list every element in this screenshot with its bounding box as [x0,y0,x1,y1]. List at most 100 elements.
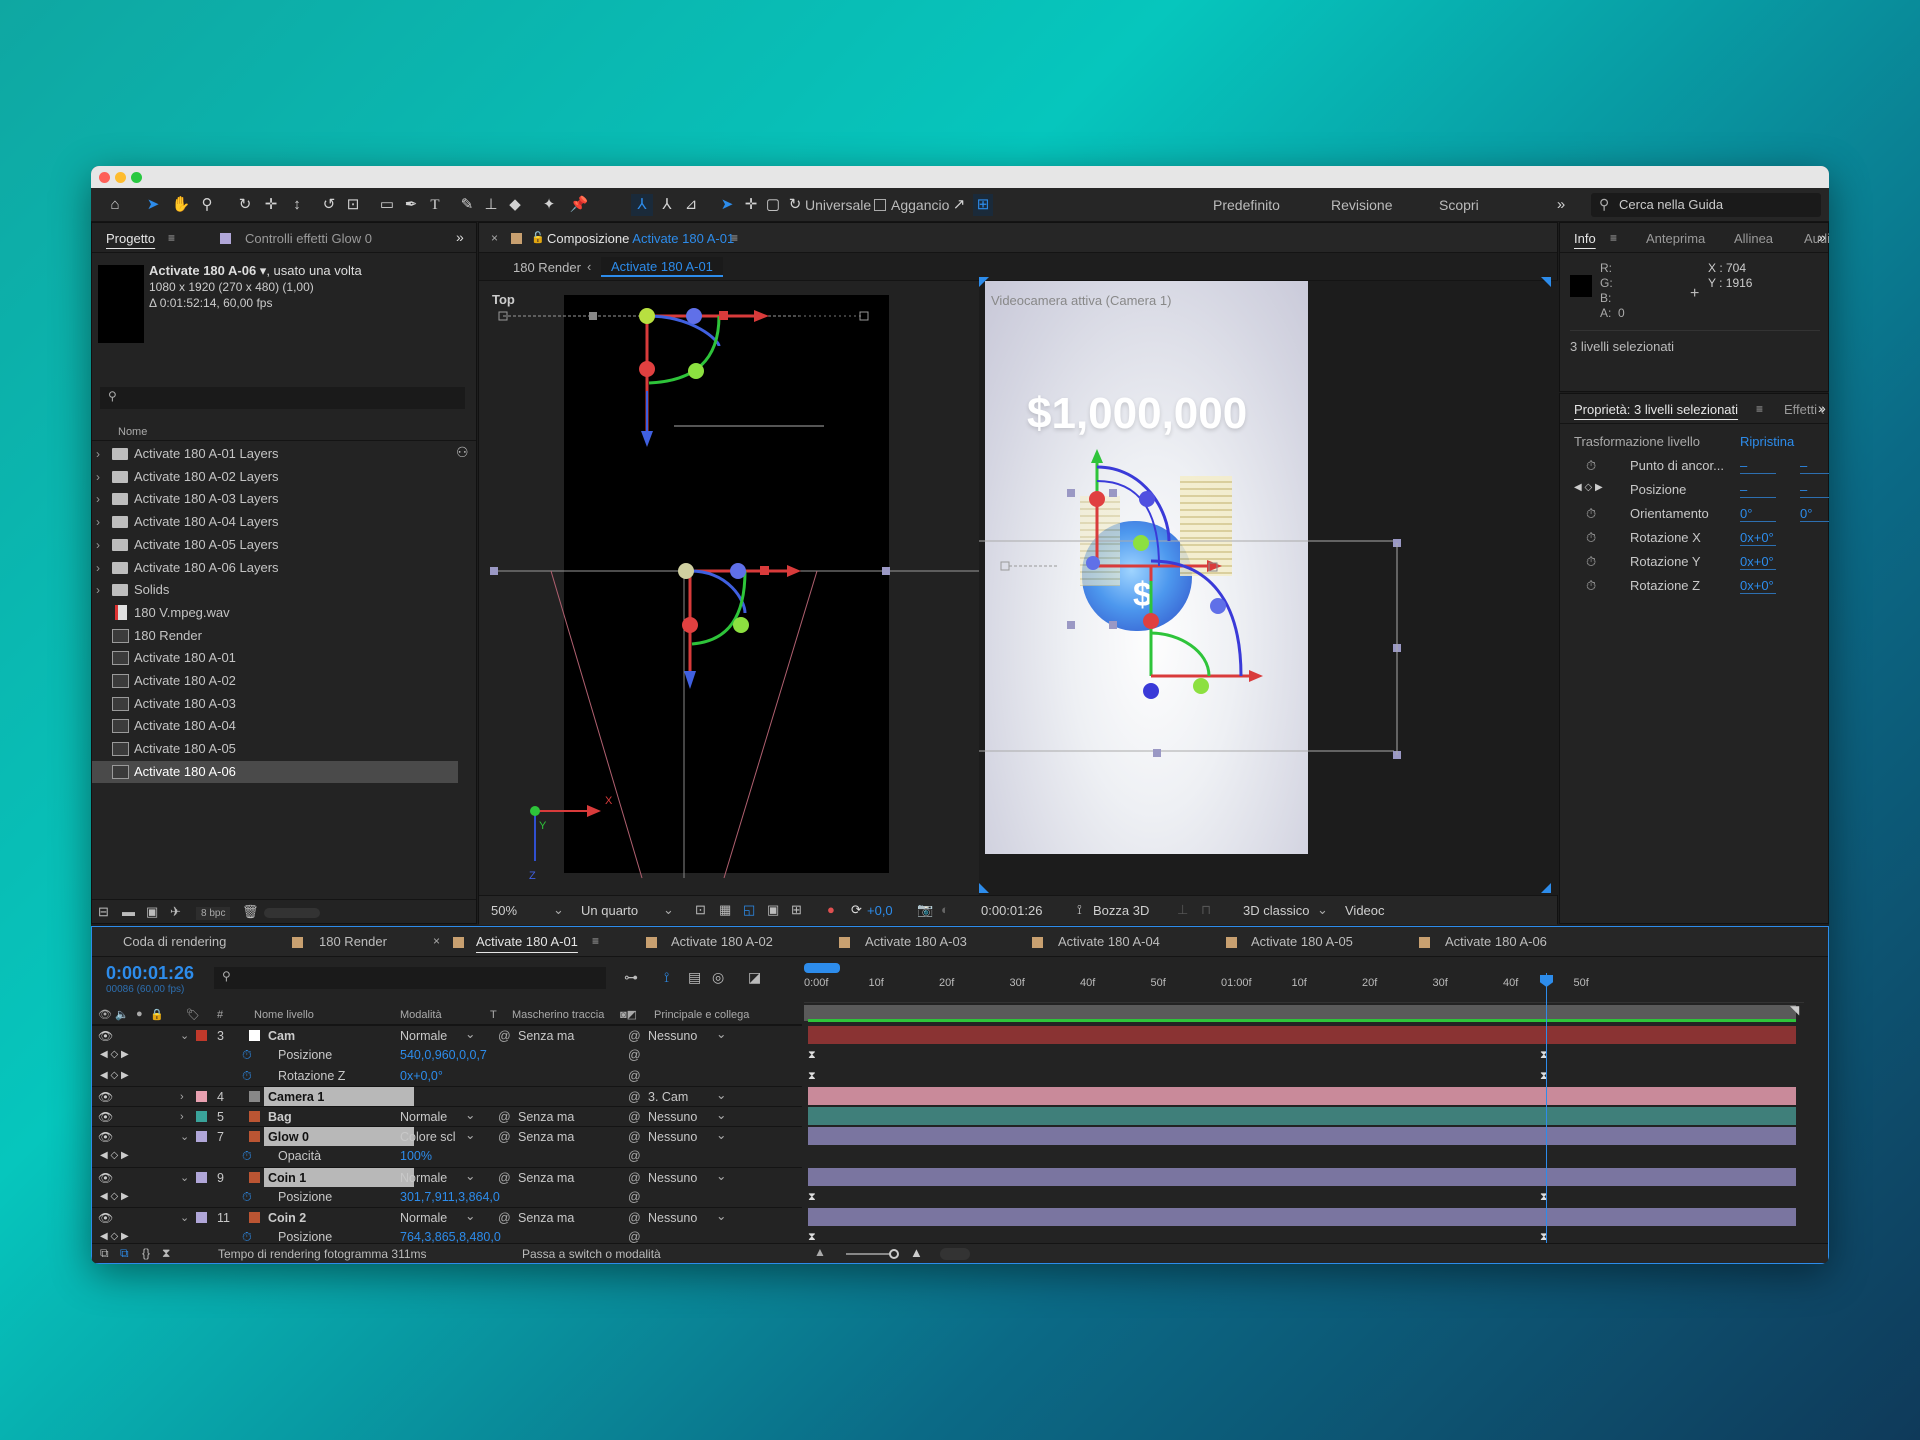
3d-scale-icon[interactable]: ▢ [763,194,783,216]
expand-arrow-icon[interactable]: › [96,488,100,510]
timeline-tab-a03[interactable]: Activate 180 A-03 [865,934,967,949]
trash-icon[interactable]: 🗑 [242,904,259,920]
expand-arrow-icon[interactable]: › [96,557,100,579]
reset-exposure-icon[interactable]: ⟳ [851,902,862,918]
project-item[interactable]: Activate 180 A-04 [92,715,458,737]
info-menu-icon[interactable]: ≡ [1610,231,1617,245]
timeline-tab-a02[interactable]: Activate 180 A-02 [671,934,773,949]
transfer-controls-icon[interactable]: ⧉ [120,1246,129,1261]
reset-transform-link[interactable]: Ripristina [1740,434,1794,449]
project-search-input[interactable]: ⚲ [100,387,465,409]
stopwatch-icon[interactable]: ⏱ [1586,506,1596,522]
eye-column-icon[interactable]: 👁 [98,1008,112,1021]
layer-duration-bar[interactable] [808,1026,1796,1044]
project-item[interactable]: Activate 180 A-05 [92,738,458,760]
3d-renderer-dropdown[interactable]: 3D classico [1243,903,1309,918]
stopwatch-icon[interactable]: ⏱ [242,1187,252,1207]
view-axis-icon[interactable]: ⊿ [681,194,701,216]
workspace-default[interactable]: Predefinito [1213,197,1280,213]
guides-icon[interactable]: ⊞ [791,902,802,918]
brush-tool-icon[interactable]: ✎ [457,194,477,216]
parent-pickwhip-icon[interactable]: @ [628,1208,641,1228]
interpret-footage-icon[interactable]: ⊟ [98,904,109,920]
layer-row[interactable]: 👁 › 4 Camera 1 @3. Cam ⌄ [92,1086,802,1106]
hand-tool-icon[interactable]: ✋ [171,194,191,216]
project-item[interactable]: Activate 180 A-02 [92,670,458,692]
eye-icon[interactable]: 👁 [98,1127,113,1147]
close-tab-icon[interactable]: × [491,231,498,245]
twirl-arrow-icon[interactable]: ⌄ [180,1208,189,1228]
parent-dropdown[interactable]: Nessuno [648,1026,697,1046]
puppet-pin-tool-icon[interactable]: 📌 [569,194,589,216]
track-matte-header[interactable]: Mascherino traccia [512,1009,604,1021]
show-snapshot-icon[interactable]: ◐ [941,902,949,917]
label-color[interactable] [196,1131,207,1142]
layer-name[interactable]: Camera 1 [264,1087,414,1106]
pen-tool-icon[interactable]: ✒ [401,194,421,216]
keyframe-nav-icon[interactable]: ◀ ◇ ▶ [100,1146,129,1166]
snap-icon[interactable]: ↗ [949,194,969,216]
shy-layers-icon[interactable]: ▤ [688,969,701,986]
zoom-window-button[interactable] [131,172,142,183]
track-matte-dropdown[interactable]: Senza ma [518,1127,574,1147]
label-color[interactable] [196,1212,207,1223]
project-item[interactable]: Activate 180 A-01 [92,647,458,669]
work-area-start[interactable] [804,963,840,973]
blend-mode-dropdown[interactable]: Normale [400,1026,460,1046]
snapshot-icon[interactable]: 📷 [917,902,933,918]
resolution-dropdown[interactable]: Un quarto [581,903,638,918]
breadcrumb-current-comp[interactable]: Activate 180 A-01 [601,257,723,277]
selection-tool-icon[interactable]: ➤ [143,194,163,216]
twirl-arrow-icon[interactable]: › [180,1107,184,1127]
gizmo-green-handle[interactable] [688,363,704,379]
zoom-in-icon[interactable]: ▲ [910,1245,923,1260]
t-header[interactable]: T [490,1009,497,1021]
parent-dropdown[interactable]: Nessuno [648,1107,697,1127]
draft-3d-toggle[interactable]: Bozza 3D [1093,903,1149,918]
breadcrumb-180-render[interactable]: 180 Render [513,260,581,275]
expand-arrow-icon[interactable]: › [96,443,100,465]
eraser-tool-icon[interactable]: ◆ [505,194,525,216]
blend-mode-dropdown[interactable]: Normale [400,1168,460,1188]
property-row[interactable]: ◀ ◇ ▶ ⏱ Rotazione Z 0x+0,0° @ [92,1066,802,1086]
magnification-dropdown[interactable]: 50% [491,903,517,918]
text-tool-icon[interactable]: T [425,194,445,216]
project-item[interactable]: › Activate 180 A-03 Layers [92,488,458,510]
3d-move-icon[interactable]: ✛ [741,194,761,216]
layer-name-header[interactable]: Nome livello [254,1009,314,1021]
zoom-tool-icon[interactable]: ⚲ [197,194,217,216]
expression-pickwhip-icon[interactable]: @ [628,1045,641,1065]
timeline-tab-a06[interactable]: Activate 180 A-06 [1445,934,1547,949]
keyframe-icon[interactable]: ⧗ [808,1050,816,1061]
draft-3d-icon[interactable]: ⟟ [664,969,669,986]
transform-value[interactable]: 0° [1740,506,1776,522]
current-time-field[interactable]: 0:00:01:26 [981,903,1042,918]
keyframe-nav-icon[interactable]: ◀ ◇ ▶ [1574,482,1603,493]
new-folder-icon[interactable]: ▬ [122,904,135,919]
render-time-icon[interactable]: ⧗ [162,1246,170,1261]
property-row[interactable]: ◀ ◇ ▶ ⏱ Opacità 100% @ [92,1146,802,1166]
align-tab[interactable]: Allinea [1734,231,1773,246]
keyframe-nav-icon[interactable]: ◀ ◇ ▶ [100,1045,129,1065]
label-color[interactable] [196,1111,207,1122]
home-icon[interactable]: ⌂ [103,194,127,216]
stopwatch-icon[interactable]: ⏱ [242,1045,252,1065]
label-column-icon[interactable]: 🏷 [186,1008,200,1021]
lock-icon[interactable]: 🔓 [531,231,545,244]
project-item[interactable]: Activate 180 A-03 [92,693,458,715]
new-comp-icon[interactable]: ▣ [146,904,158,920]
camera-view-viewport[interactable]: Videocamera attiva (Camera 1) $1,000,000… [979,277,1559,895]
exposure-value[interactable]: +0,0 [867,903,893,918]
project-tab[interactable]: Progetto [106,231,155,246]
transform-value[interactable]: – [1800,482,1829,498]
keyframe-icon[interactable]: ⧗ [808,1232,816,1243]
pickwhip-icon[interactable]: @ [498,1208,511,1228]
project-menu-icon[interactable]: ≡ [168,231,175,245]
3d-select-icon[interactable]: ➤ [717,194,737,216]
properties-tab[interactable]: Proprietà: 3 livelli selezionati [1574,402,1738,417]
project-item[interactable]: 180 V.mpeg.wav [92,602,458,624]
transform-value[interactable]: 0x+0° [1740,578,1776,594]
extended-viewer-icon[interactable]: ⊥ [1177,902,1188,918]
timeline-tab-180-render[interactable]: 180 Render [319,934,387,949]
eye-icon[interactable]: 👁 [98,1107,113,1127]
